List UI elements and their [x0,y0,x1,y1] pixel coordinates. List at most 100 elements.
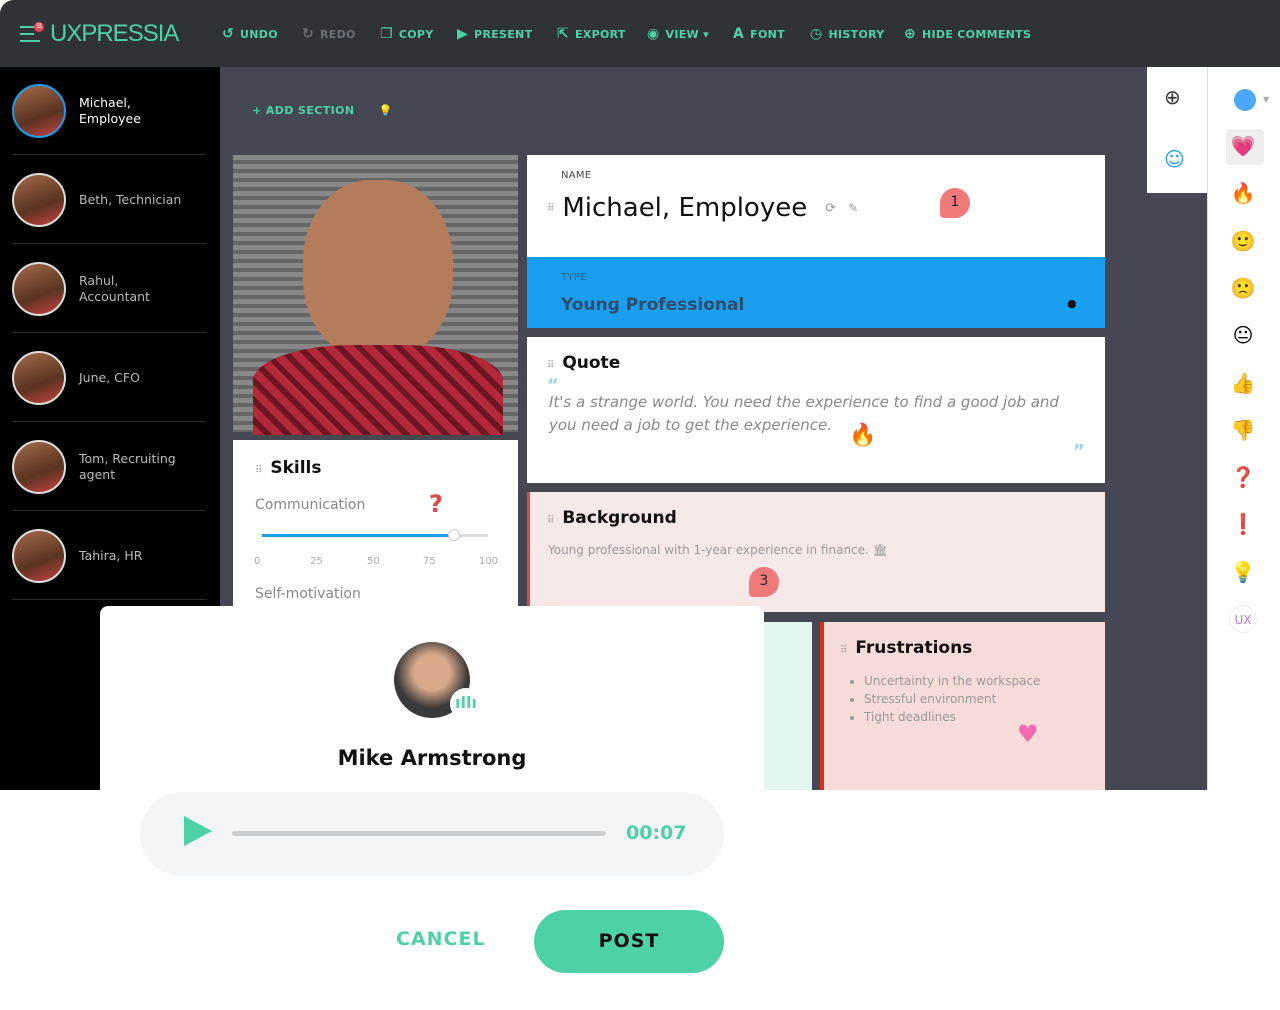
notification-badge: 51 [34,22,44,32]
list-item[interactable]: Tight deadlines [864,708,1040,726]
toolbar-hide-comments-button[interactable]: ⊕ HIDE COMMENTS [904,26,1031,42]
toolbar-font-button[interactable]: A FONT [733,26,785,42]
quote-section: ⠿ Quote “ It's a strange world. You need … [527,337,1105,483]
tick-label: 25 [310,556,323,567]
copy-icon: ❐ [380,26,393,42]
audio-wave-icon: ıllı [450,688,482,720]
color-picker[interactable] [1234,89,1256,111]
neutral-reaction-icon[interactable]: 😐 [1229,321,1257,349]
add-reaction-icon[interactable]: ☺ [1164,147,1185,171]
pencil-icon[interactable]: ✎ [848,201,858,215]
ux-reaction-icon[interactable]: UX [1229,605,1257,633]
close-quote-icon: ” [1073,441,1085,462]
export-icon: ⇱ [557,26,570,42]
persona-item[interactable]: Tom, Recruiting agent [12,423,206,511]
smile-reaction-icon[interactable]: 🙂 [1229,227,1257,255]
heart-reaction-icon[interactable]: 💗 [1229,132,1257,160]
avatar [12,350,66,405]
top-toolbar: 51 UXPRESSIA ↺ UNDO ↻ REDO ❐ COPY ▶ PRESENT ⇱ EXP… [0,0,1280,67]
type-value[interactable]: Young Professional [561,295,744,315]
drag-handle-icon[interactable]: ⠿ [840,645,847,656]
audio-time: 00:07 [626,822,687,844]
play-icon[interactable] [184,816,212,846]
frustrations-section: ⠿ Frustrations Uncertainty in the workspa… [820,622,1105,790]
drag-handle-icon[interactable]: ⠿ [255,465,262,476]
persona-item[interactable]: Michael, Employee [12,67,206,155]
comment-marker[interactable]: 3 [749,567,779,597]
menu-icon[interactable]: 51 [20,22,44,42]
toolbar-export-button[interactable]: ⇱ EXPORT [557,26,626,42]
comment-icon: ⊕ [904,26,917,42]
persona-name[interactable]: Michael, Employee [562,193,807,223]
history-icon: ◷ [810,26,823,42]
undo-icon: ↺ [222,26,235,42]
persona-item[interactable]: June, CFO [12,334,206,422]
background-text[interactable]: Young professional with 1-year experienc… [548,543,888,557]
eye-icon: ◉ [647,26,660,42]
logo[interactable]: 51 UXPRESSIA [20,20,179,48]
voice-comment-modal: ıllı Mike Armstrong [100,606,764,790]
persona-item[interactable]: Tahira, HR [12,512,206,600]
skill-slider[interactable] [262,529,488,541]
toolbar-view-button[interactable]: ◉ VIEW ▾ [647,26,709,42]
toolbar-copy-button[interactable]: ❐ COPY [380,26,434,42]
fire-reaction-icon[interactable]: 🔥 [849,423,876,448]
audio-progress[interactable] [232,831,606,836]
avatar [12,172,66,227]
lightbulb-reaction-icon[interactable]: 💡 [1229,558,1257,586]
list-item[interactable]: Uncertainty in the workspace [864,672,1040,690]
add-section-button[interactable]: + ADD SECTION 💡 [252,104,393,117]
chevron-down-icon[interactable]: ▼ [1263,95,1269,104]
comment-marker[interactable]: 1 [940,188,970,218]
fire-reaction-icon[interactable]: 🔥 [1229,179,1257,207]
skills-section: ⠿ Skills Communication ? Self-motivation [233,440,518,610]
toolbar-history-button[interactable]: ◷ HISTORY [810,26,885,42]
tick-label: 100 [479,556,499,567]
quote-text[interactable]: It's a strange world. You need the exper… [549,391,1079,437]
thumbs-up-reaction-icon[interactable]: 👍 [1229,369,1257,397]
background-section: ⠿ Background Young professional with 1-ye… [527,492,1105,612]
persona-photo [233,155,518,435]
persona-item[interactable]: Beth, Technician [12,156,206,244]
type-section: TYPE Young Professional ● [527,257,1105,328]
section-title: Frustrations [855,638,973,658]
logo-text: UXPRESSIA [50,20,179,47]
lightbulb-icon[interactable]: ● [1067,297,1077,310]
skill-label: Self-motivation [255,586,361,602]
comment-tools: ⊕ ☺ [1147,67,1207,193]
post-button[interactable]: POST [534,910,724,973]
drag-handle-icon[interactable]: ⠿ [547,360,554,371]
add-comment-icon[interactable]: ⊕ [1164,85,1181,109]
heart-reaction-icon[interactable]: ♥ [1017,720,1039,748]
list-item[interactable]: Stressful environment [864,690,1040,708]
lightbulb-icon: 💡 [378,104,393,117]
type-label: TYPE [561,272,587,283]
toolbar-redo-button[interactable]: ↻ REDO [302,26,356,42]
refresh-icon[interactable]: ⟳ [825,201,836,216]
name-label: NAME [561,170,592,181]
skill-label: Communication [255,497,366,513]
question-reaction-icon[interactable]: ❓ [1229,463,1257,491]
commenter-name: Mike Armstrong [337,746,527,770]
avatar [12,439,66,494]
cancel-button[interactable]: CANCEL [396,928,486,950]
frustrations-list: Uncertainty in the workspace Stressful e… [864,672,1040,726]
exclamation-reaction-icon[interactable]: ❗ [1229,510,1257,538]
drag-handle-icon[interactable]: ⠿ [547,203,554,214]
section-title: Quote [562,353,621,373]
avatar [12,528,66,583]
audio-player: 00:07 [140,792,724,876]
tick-label: 0 [254,556,261,567]
name-section: NAME ⠿ Michael, Employee ⟳ ✎ 1 [527,155,1105,257]
thumbs-down-reaction-icon[interactable]: 👎 [1229,416,1257,444]
tick-label: 50 [367,556,380,567]
persona-item[interactable]: Rahul, Accountant [12,245,206,333]
sad-reaction-icon[interactable]: 🙁 [1229,274,1257,302]
drag-handle-icon[interactable]: ⠿ [547,515,554,526]
toolbar-undo-button[interactable]: ↺ UNDO [222,26,278,42]
present-icon: ▶ [457,26,469,42]
tick-label: 75 [423,556,436,567]
toolbar-present-button[interactable]: ▶ PRESENT [457,26,532,42]
question-reaction-icon[interactable]: ? [429,490,443,518]
section-title: Skills [270,458,322,478]
